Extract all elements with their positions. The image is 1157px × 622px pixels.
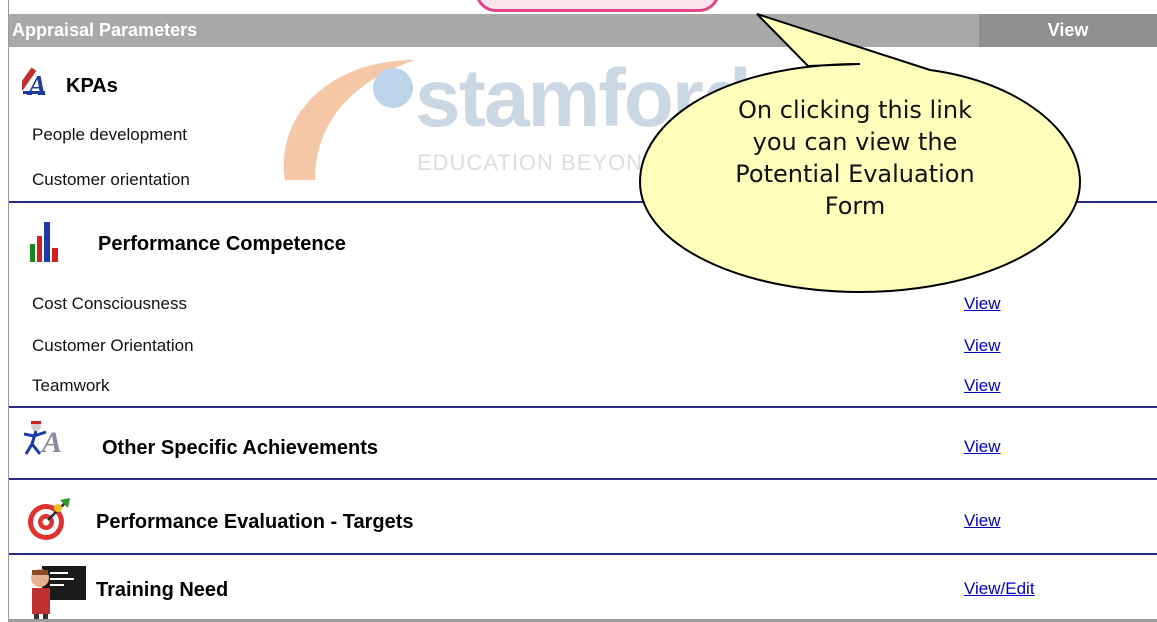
section-divider: [9, 478, 1157, 480]
kpa-item: Customer orientation: [32, 170, 190, 189]
callout-text: On clicking this link you can view the P…: [735, 96, 975, 220]
target-icon: [28, 498, 70, 540]
competence-item: Customer Orientation: [32, 336, 194, 355]
perf-eval-targets-title: Performance Evaluation - Targets: [96, 511, 414, 533]
kpas-title: KPAs: [66, 75, 118, 97]
kpa-item: People development: [32, 125, 188, 144]
walking-person-icon: A: [23, 421, 62, 458]
view-link[interactable]: View: [964, 376, 1001, 396]
competence-item: Cost Consciousness: [32, 294, 187, 313]
view-link[interactable]: View: [964, 294, 1001, 314]
pen-a-icon: A: [22, 67, 47, 99]
svg-text:A: A: [40, 426, 62, 458]
top-highlight-frame: [475, 0, 720, 12]
watermark-swoosh-icon: [283, 60, 415, 180]
performance-competence-title: Performance Competence: [98, 233, 346, 255]
view-link[interactable]: View: [964, 336, 1001, 356]
view-edit-link[interactable]: View/Edit: [964, 579, 1035, 599]
other-achievements-title: Other Specific Achievements: [102, 437, 379, 459]
view-link[interactable]: View: [964, 511, 1001, 531]
header-title: Appraisal Parameters: [12, 20, 198, 40]
section-divider: [9, 406, 1157, 408]
bar-chart-icon: [30, 222, 58, 262]
left-border: [8, 0, 9, 622]
view-link[interactable]: View: [964, 437, 1001, 457]
section-divider: [9, 553, 1157, 555]
competence-item: Teamwork: [32, 376, 110, 395]
training-need-title: Training Need: [96, 579, 229, 601]
teacher-icon: [31, 566, 86, 622]
